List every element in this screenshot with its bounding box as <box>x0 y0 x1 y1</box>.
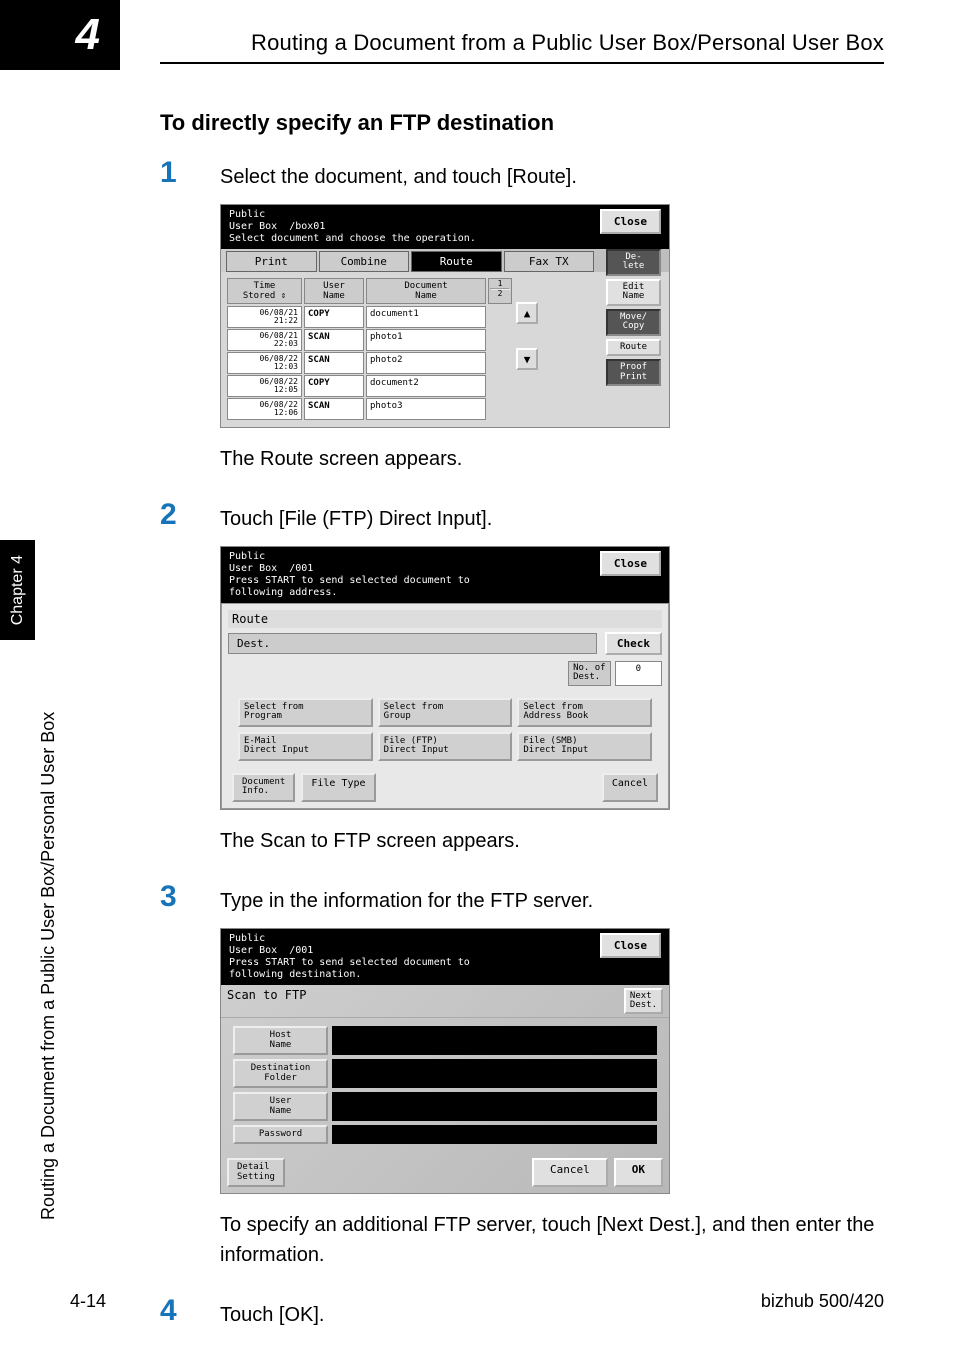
close-button[interactable]: Close <box>600 209 661 234</box>
dest-label: Dest. <box>228 633 597 654</box>
edit-name-button[interactable]: Edit Name <box>606 279 661 306</box>
side-running-title: Routing a Document from a Public User Bo… <box>38 712 59 1220</box>
cancel-button[interactable]: Cancel <box>532 1158 608 1187</box>
move-copy-button[interactable]: Move/ Copy <box>606 309 661 336</box>
ok-button[interactable]: OK <box>614 1158 663 1187</box>
step-text: Touch [OK]. <box>220 1294 325 1330</box>
host-name-button[interactable]: Host Name <box>233 1026 328 1055</box>
step-2: 2 Touch [File (FTP) Direct Input]. <box>160 498 884 534</box>
step-text: Select the document, and touch [Route]. <box>220 156 577 192</box>
section-heading: To directly specify an FTP destination <box>160 110 884 136</box>
table-row[interactable]: 06/08/21 21:22COPYdocument1 <box>227 306 512 328</box>
file-smb-direct-input-button[interactable]: File (SMB) Direct Input <box>517 732 652 761</box>
select-from-address-book-button[interactable]: Select from Address Book <box>517 698 652 727</box>
tab-fax-tx[interactable]: Fax TX <box>504 251 595 272</box>
proof-print-button[interactable]: Proof Print <box>606 359 661 386</box>
close-button[interactable]: Close <box>600 551 661 576</box>
header-title: Routing a Document from a Public User Bo… <box>251 30 884 56</box>
scroll-down-icon[interactable]: ▼ <box>516 348 538 370</box>
table-row[interactable]: 06/08/22 12:03SCANphoto2 <box>227 352 512 374</box>
user-name-value <box>332 1092 657 1121</box>
instruction-text: Press START to send selected document to… <box>229 575 470 598</box>
column-header-document-name: Document Name <box>366 278 486 304</box>
route-panel-title: Route <box>228 610 662 628</box>
instruction-text: Press START to send selected document to… <box>229 957 470 980</box>
route-button[interactable]: Route <box>606 339 661 356</box>
screenshot-1-select-document: Public User Box /box01 Select document a… <box>220 204 670 428</box>
followup-text: To specify an additional FTP server, tou… <box>220 1210 884 1270</box>
step-text: Touch [File (FTP) Direct Input]. <box>220 498 492 534</box>
document-info-button[interactable]: Document Info. <box>232 773 295 802</box>
password-value <box>332 1125 657 1144</box>
table-row[interactable]: 06/08/22 12:05COPYdocument2 <box>227 375 512 397</box>
table-row[interactable]: 06/08/21 22:03SCANphoto1 <box>227 329 512 351</box>
side-chapter-tab: Chapter 4 <box>0 540 35 640</box>
tab-print[interactable]: Print <box>226 251 317 272</box>
scroll-up-icon[interactable]: ▲ <box>516 302 538 324</box>
step-number: 4 <box>160 1294 220 1329</box>
step-number: 3 <box>160 880 220 915</box>
userbox-label: Public User Box /001 <box>229 551 313 574</box>
email-direct-input-button[interactable]: E-Mail Direct Input <box>238 732 373 761</box>
screenshot-3-scan-to-ftp: Public User Box /001 Press START to send… <box>220 928 670 1195</box>
select-from-group-button[interactable]: Select from Group <box>378 698 513 727</box>
destination-folder-button[interactable]: Destination Folder <box>233 1059 328 1088</box>
step-3: 3 Type in the information for the FTP se… <box>160 880 884 916</box>
step-text: Type in the information for the FTP serv… <box>220 880 593 916</box>
detail-setting-button[interactable]: Detail Setting <box>227 1158 285 1187</box>
header-rule <box>160 62 884 64</box>
next-dest-button[interactable]: Next Dest. <box>624 988 663 1015</box>
destination-folder-value <box>332 1059 657 1088</box>
userbox-label: Public User Box /box01 <box>229 209 325 232</box>
step-number: 2 <box>160 498 220 533</box>
check-button[interactable]: Check <box>605 632 662 655</box>
chapter-number-tab: 4 <box>0 0 120 70</box>
step-1: 1 Select the document, and touch [Route]… <box>160 156 884 192</box>
cancel-button[interactable]: Cancel <box>602 773 658 802</box>
file-type-button[interactable]: File Type <box>301 773 375 802</box>
tab-route[interactable]: Route <box>411 251 502 272</box>
num-of-dest-value: 0 <box>615 661 662 686</box>
followup-text: The Scan to FTP screen appears. <box>220 826 884 856</box>
userbox-label: Public User Box /001 <box>229 933 313 956</box>
screenshot-2-route-screen: Public User Box /001 Press START to send… <box>220 546 670 810</box>
delete-button[interactable]: De- lete <box>606 249 661 276</box>
scan-to-ftp-title: Scan to FTP <box>227 988 306 1015</box>
step-number: 1 <box>160 156 220 191</box>
footer-page-number: 4-14 <box>70 1291 106 1312</box>
column-header-time-stored[interactable]: Time Stored ⇕ <box>227 278 302 304</box>
page-indicator: 12 <box>488 278 512 304</box>
footer-model: bizhub 500/420 <box>761 1291 884 1312</box>
password-button[interactable]: Password <box>233 1125 328 1144</box>
table-row[interactable]: 06/08/22 12:06SCANphoto3 <box>227 398 512 420</box>
user-name-button[interactable]: User Name <box>233 1092 328 1121</box>
tab-combine[interactable]: Combine <box>319 251 410 272</box>
select-from-program-button[interactable]: Select from Program <box>238 698 373 727</box>
column-header-user-name: User Name <box>304 278 364 304</box>
close-button[interactable]: Close <box>600 933 661 958</box>
num-of-dest-label: No. of Dest. <box>568 661 611 686</box>
file-ftp-direct-input-button[interactable]: File (FTP) Direct Input <box>378 732 513 761</box>
instruction-text: Select document and choose the operation… <box>229 233 476 244</box>
host-name-value <box>332 1026 657 1055</box>
followup-text: The Route screen appears. <box>220 444 884 474</box>
